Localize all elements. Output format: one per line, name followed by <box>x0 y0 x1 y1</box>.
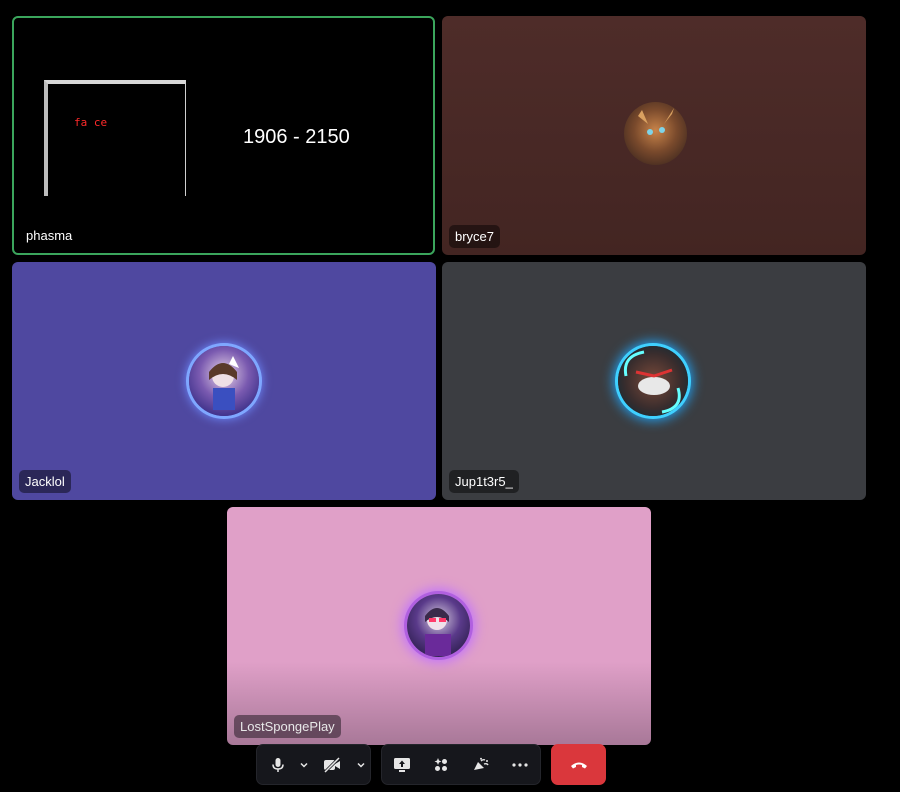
activity-controls <box>381 744 541 785</box>
more-button[interactable] <box>501 745 539 784</box>
shared-screen-text: 1906 - 2150 <box>243 126 350 148</box>
avatar-art-icon <box>623 350 681 414</box>
participant-tile-jup1t3r5[interactable]: Jup1t3r5_ <box>442 262 866 500</box>
avatar-art-icon <box>425 608 451 656</box>
screen-share-button[interactable] <box>383 745 421 784</box>
mic-button[interactable] <box>257 745 295 784</box>
shared-window <box>44 80 186 196</box>
participant-tile-bryce7[interactable]: bryce7 <box>442 16 866 255</box>
activities-button[interactable] <box>422 745 460 784</box>
hang-up-icon <box>570 762 587 768</box>
audio-video-controls <box>256 744 371 785</box>
microphone-icon <box>272 757 284 772</box>
soundboard-button[interactable] <box>462 745 500 784</box>
participant-name: phasma <box>26 228 73 243</box>
participant-tile-phasma[interactable]: fa ce 1906 - 2150 phasma <box>12 16 435 255</box>
participant-name: Jup1t3r5_ <box>449 470 519 493</box>
chevron-down-icon <box>300 762 308 768</box>
chevron-down-icon <box>357 762 365 768</box>
camera-options-button[interactable] <box>352 745 370 784</box>
avatar-art-icon <box>638 108 674 135</box>
participant-name: Jacklol <box>19 470 71 493</box>
shared-window-label: fa ce <box>74 116 108 129</box>
participant-tile-jacklol[interactable]: Jacklol <box>12 262 436 500</box>
avatar <box>624 102 687 165</box>
avatar-art-icon <box>209 356 239 410</box>
mic-options-button[interactable] <box>295 745 313 784</box>
participant-tile-lostspongeplay[interactable]: LostSpongePlay <box>227 507 651 745</box>
disconnect-button[interactable] <box>551 744 606 785</box>
participant-name: LostSpongePlay <box>234 715 341 738</box>
avatar <box>407 594 470 657</box>
participant-name: bryce7 <box>449 225 501 248</box>
camera-button[interactable] <box>313 745 353 784</box>
screen-share-icon <box>393 757 410 772</box>
avatar <box>618 346 688 416</box>
avatar <box>189 346 259 416</box>
camera-off-icon <box>324 756 341 773</box>
soundboard-icon <box>473 757 489 770</box>
more-icon <box>512 762 528 767</box>
activities-icon <box>434 757 448 771</box>
